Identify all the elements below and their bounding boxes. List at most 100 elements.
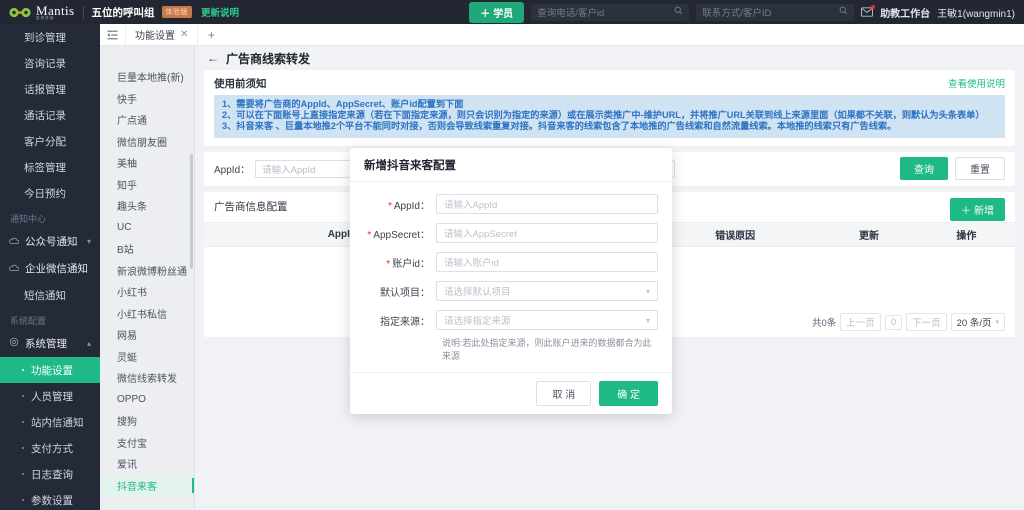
confirm-button[interactable]: 确 定 (599, 381, 658, 406)
sidebar-item-sms-notice[interactable]: 短信通知 (0, 282, 100, 308)
close-icon[interactable]: ✕ (180, 29, 188, 40)
page-size-select[interactable]: 20 条/页 ▾ (950, 313, 1005, 332)
query-button[interactable]: 查询 (900, 157, 948, 181)
submenu-item-sogou[interactable]: 搜狗 (100, 410, 194, 432)
bullet-icon (22, 369, 24, 371)
add-config-modal: 新增抖音来客配置 * AppId： 请输入AppId * AppSecret： 请输… (350, 148, 672, 414)
search-contact-placeholder: 联系方式/客户ID (702, 8, 772, 19)
submenu-item-uc[interactable]: UC (100, 217, 194, 239)
submenu-scrollbar[interactable] (190, 154, 193, 269)
message-icon[interactable] (861, 5, 876, 17)
sidebar-item-official-account-notice[interactable]: 公众号通知 ▾ (0, 228, 100, 255)
submenu-item-wechat-lead-forward[interactable]: 微信线索转发 (100, 367, 194, 389)
appsecret-label-text: AppSecret： (373, 229, 430, 241)
sidebar-item-call-log[interactable]: 通话记录 (0, 102, 100, 128)
account-id-input[interactable]: 请输入账户id (436, 252, 658, 272)
sidebar-item-customer-assign[interactable]: 客户分配 (0, 128, 100, 154)
sidebar-item-label: 人员管理 (31, 390, 73, 403)
submenu-item-wechat-moments[interactable]: 微信朋友圈 (100, 131, 194, 153)
sidebar-item-log-query[interactable]: 日志查询 (0, 461, 100, 487)
sidebar-item-today-appointment[interactable]: 今日预约 (0, 180, 100, 206)
top-bar-actions: ＋ 学员 查询电话/客户id 联系方式/客户ID 助教工作台 王敏1(wangm… (469, 1, 1024, 23)
submenu-item-weibo-fansitong[interactable]: 新浪微博粉丝通 (100, 260, 194, 282)
update-notes-link[interactable]: 更新说明 (201, 5, 239, 19)
appid-filter-placeholder: 请输入AppId (262, 164, 316, 176)
sidebar-item-label: 日志查询 (31, 468, 73, 481)
edition-badge: 体验版 (161, 6, 193, 18)
submenu-item-zhihu[interactable]: 知乎 (100, 174, 194, 196)
sidebar-item-wecom-notice[interactable]: 企业微信通知 (0, 255, 100, 282)
sidebar-item-tag-manage[interactable]: 标签管理 (0, 154, 100, 180)
top-bar: Mantis 智慧获客 五位的呼叫组 体验版 更新说明 ＋ 学员 查询电话/客户… (0, 0, 1024, 24)
search-phone-placeholder: 查询电话/客户id (537, 8, 605, 19)
default-project-label: 默认项目： (380, 287, 430, 299)
appid-filter-label: AppId： (214, 165, 251, 177)
add-student-button[interactable]: ＋ 学员 (469, 1, 525, 23)
sidebar-item-label: 系统管理 (25, 338, 67, 350)
submenu-item-local-push[interactable]: 巨量本地推(新) (100, 66, 194, 88)
submenu-item-xiaohongshu-dm[interactable]: 小红书私信 (100, 303, 194, 325)
page-size-value: 20 条/页 (956, 318, 992, 330)
submenu-item-oppo[interactable]: OPPO (100, 389, 194, 411)
sidebar-item-system-manage[interactable]: 系统管理 ▴ (0, 330, 100, 357)
sidebar-item-report[interactable]: 话报管理 (0, 76, 100, 102)
submenu-item-netease[interactable]: 网易 (100, 324, 194, 346)
submenu-item-label: 巨量本地推(新) (117, 73, 184, 85)
search-icon (674, 6, 683, 18)
search-phone-input[interactable]: 查询电话/客户id (531, 3, 690, 21)
add-config-button[interactable]: ＋ 新增 (950, 197, 1005, 221)
submenu-item-xiaohongshu[interactable]: 小红书 (100, 281, 194, 303)
submenu-item-douyin-laike[interactable]: 抖音来客 (100, 474, 194, 496)
next-page-button[interactable]: 下一页 (906, 313, 947, 332)
appid-input[interactable]: 请输入AppId (436, 194, 658, 214)
prev-page-button[interactable]: 上一页 (840, 313, 881, 332)
submenu-item-alipay[interactable]: 支付宝 (100, 432, 194, 454)
tab-function-settings[interactable]: 功能设置 ✕ (126, 24, 199, 45)
submenu-item-gdt[interactable]: 广点通 (100, 109, 194, 131)
usage-guide-link[interactable]: 查看使用说明 (948, 76, 1005, 90)
current-page[interactable]: 0 (884, 314, 903, 330)
usage-notice-card: 使用前须知 查看使用说明 1、需要将广告商的AppId、AppSecret、账户… (204, 70, 1015, 146)
submenu-item-qutoutiao[interactable]: 趣头条 (100, 195, 194, 217)
chevron-down-icon: ▾ (645, 286, 650, 296)
submenu-item-label: 抖音来客 (117, 481, 157, 493)
appsecret-input[interactable]: 请输入AppSecret (436, 223, 658, 243)
sidebar-item-label: 咨询记录 (24, 57, 66, 70)
submenu-item-aixun[interactable]: 爱讯 (100, 453, 194, 475)
specified-source-select[interactable]: 请选择指定来源 ▾ (436, 310, 658, 330)
reset-button[interactable]: 重置 (955, 157, 1005, 181)
default-project-select[interactable]: 请选择默认项目 ▾ (436, 281, 658, 301)
add-config-label: 新增 (974, 205, 994, 217)
header-divider (82, 5, 84, 19)
menu-collapse-icon[interactable] (100, 24, 126, 45)
submenu-item-label: 知乎 (117, 180, 137, 192)
sidebar-item-payment-method[interactable]: 支付方式 (0, 435, 100, 461)
bullet-icon (22, 421, 24, 423)
cancel-button[interactable]: 取 消 (536, 381, 592, 406)
sidebar-item-label: 功能设置 (31, 364, 73, 377)
modal-body: * AppId： 请输入AppId * AppSecret： 请输入AppSecre… (350, 182, 672, 372)
notice-box: 1、需要将广告商的AppId、AppSecret、账户id配置到下面 2、可以在… (214, 95, 1005, 138)
sidebar-item-label: 站内信通知 (31, 416, 84, 429)
back-arrow-icon[interactable]: ← (207, 51, 219, 65)
user-name[interactable]: 王敏1(wangmin1) (937, 5, 1015, 20)
brand-logo[interactable]: Mantis 智慧获客 (0, 3, 75, 21)
sidebar-item-function-settings[interactable]: 功能设置 (0, 357, 100, 383)
sidebar-item-param-settings[interactable]: 参数设置 (0, 487, 100, 510)
workbench-link[interactable]: 助教工作台 (880, 5, 930, 20)
channel-submenu: 巨量本地推(新) 快手 广点通 微信朋友圈 美柚 知乎 趣头条 UC B站 新浪… (100, 24, 195, 510)
submenu-item-lingting[interactable]: 灵蜓 (100, 346, 194, 368)
submenu-item-meiyou[interactable]: 美柚 (100, 152, 194, 174)
sidebar-item-consult[interactable]: 咨询记录 (0, 50, 100, 76)
sidebar-item-visit[interactable]: 到诊管理 (0, 24, 100, 50)
search-contact-input[interactable]: 联系方式/客户ID (696, 3, 855, 21)
sidebar-item-site-message[interactable]: 站内信通知 (0, 409, 100, 435)
submenu-item-label: 广点通 (117, 116, 147, 128)
submenu-item-kuaishou[interactable]: 快手 (100, 88, 194, 110)
sidebar-item-staff-manage[interactable]: 人员管理 (0, 383, 100, 409)
submenu-item-label: 新浪微博粉丝通 (117, 266, 187, 278)
add-tab-button[interactable]: + (198, 24, 224, 45)
submenu-item-bilibili[interactable]: B站 (100, 238, 194, 260)
column-actions: 操作 (917, 221, 1015, 247)
sidebar-item-label: 短信通知 (24, 289, 66, 302)
